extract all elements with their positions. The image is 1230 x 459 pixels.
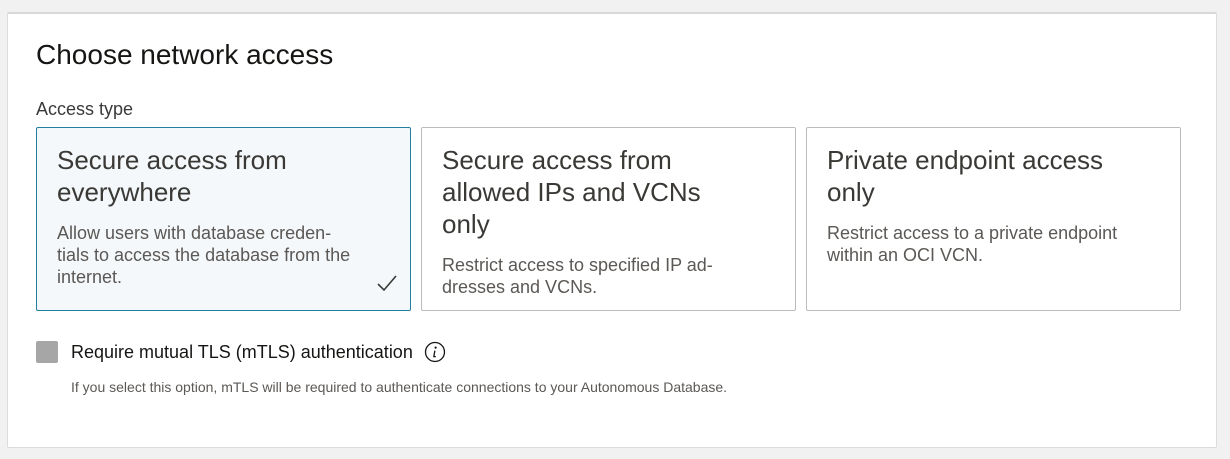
info-icon[interactable] [424, 341, 446, 363]
access-type-label: Access type [36, 99, 134, 119]
page-title: Choose network access [36, 39, 334, 70]
access-option-allowed-ips[interactable]: Secure access from allowed IPs and VCNs on… [421, 127, 796, 311]
access-option-title: Secure access from allowed IPs and VCNs on… [442, 145, 701, 239]
access-option-description: Allow users with database creden-tials t… [57, 223, 351, 287]
check-icon [377, 275, 397, 292]
mtls-hint: If you select this option, mTLS will be … [71, 379, 728, 395]
mtls-checkbox[interactable] [36, 341, 58, 363]
access-option-title: Secure access from everywhere [57, 145, 287, 207]
mtls-option-row: Require mutual TLS (mTLS) authentication [36, 341, 446, 363]
access-option-description: Restrict access to specified IP ad-dress… [442, 255, 713, 297]
network-access-panel: Choose network access Access type Secure… [7, 12, 1217, 448]
access-option-everywhere[interactable]: Secure access from everywhere Allow user… [36, 127, 411, 311]
access-option-description: Restrict access to a private endpoint wit… [827, 223, 1118, 265]
access-option-title: Private endpoint access only [827, 145, 1104, 207]
access-option-private-endpoint[interactable]: Private endpoint access only Restrict acc… [806, 127, 1181, 311]
access-type-options: Secure access from everywhere Allow user… [36, 127, 1181, 311]
mtls-label: Require mutual TLS (mTLS) authentication [71, 342, 413, 362]
